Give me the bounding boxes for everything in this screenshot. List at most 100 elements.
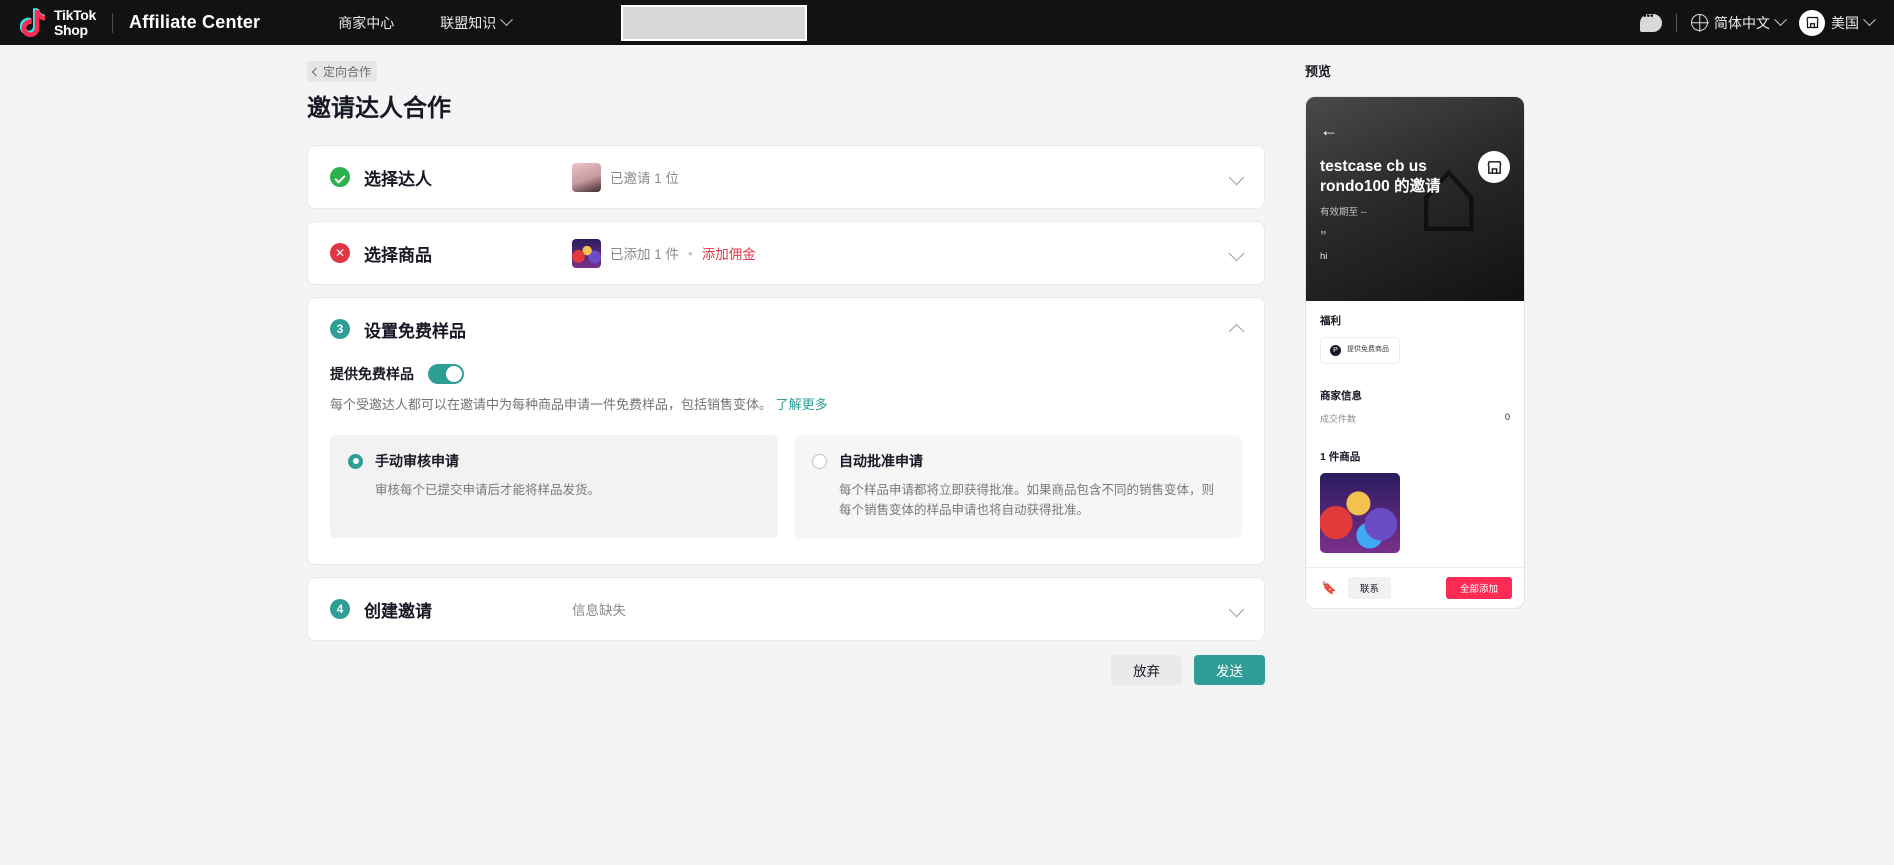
step-card-select-product: ✕ 选择商品 已添加 1 件 • 添加佣金 [307,221,1265,285]
nav-link-affiliate-knowledge[interactable]: 联盟知识 [440,13,511,33]
globe-icon [1691,14,1708,31]
chevron-up-icon[interactable] [1229,324,1245,340]
perks-section-title: 福利 [1320,313,1510,328]
option-manual-review[interactable]: 手动审核申请 审核每个已提交申请后才能将样品发货。 [330,435,778,538]
step-title-group: 选择达人 [330,165,572,190]
step-summary: 信息缺失 [572,599,626,619]
step-header[interactable]: 3 设置免费样品 [308,298,1264,360]
send-button[interactable]: 发送 [1194,655,1265,685]
free-sample-description: 每个受邀达人都可以在邀请中为每种商品申请一件免费样品，包括销售变体。 了解更多 [330,394,1242,413]
step-label: 设置免费样品 [364,317,466,342]
add-all-button[interactable]: 全部添加 [1446,577,1512,599]
chevron-down-icon[interactable] [1229,245,1245,261]
preview-bottom-bar: 🔖 联系 全部添加 [1306,567,1524,608]
perk-label: 提供免费商品 [1347,345,1389,355]
invitation-validity: 有效期至 -- [1320,204,1510,218]
step-title-group: 3 设置免费样品 [330,317,572,342]
breadcrumb[interactable]: 定向合作 [307,61,377,82]
check-circle-icon [330,167,350,187]
meta-separator: • [688,246,693,261]
option-auto-approve[interactable]: 自动批准申请 每个样品申请都将立即获得批准。如果商品包含不同的销售变体，则每个销… [794,435,1242,538]
chevron-left-icon [312,67,320,75]
nav-link-seller-center[interactable]: 商家中心 [338,13,394,33]
bookmark-icon[interactable]: 🔖 [1318,581,1340,595]
approval-mode-options: 手动审核申请 审核每个已提交申请后才能将样品发货。 自动批准申请 每个样品申请都… [330,435,1242,538]
chevron-down-icon[interactable] [1229,601,1245,617]
preview-phone-frame: ⌂ ← testcase cb us rondo100 的邀请 有效期至 -- … [1305,96,1525,609]
invitation-message: hi [1320,251,1510,262]
products-section-title: 1 件商品 [1320,449,1510,464]
option-header: 自动批准申请 [812,451,1224,471]
step-number-badge: 3 [330,319,350,339]
language-selector[interactable]: 简体中文 [1691,13,1785,33]
option-title: 自动批准申请 [839,451,923,471]
chevron-down-icon [1774,13,1787,26]
nav-link-label: 商家中心 [338,13,394,33]
preview-column: 预览 ⌂ ← testcase cb us rondo100 的邀请 有效期至 … [1305,61,1605,685]
nav-right-group: 简体中文 美国 [1640,10,1874,36]
chevron-down-icon[interactable] [1229,169,1245,185]
radio-button[interactable] [812,454,827,469]
preview-hero: ⌂ ← testcase cb us rondo100 的邀请 有效期至 -- … [1306,97,1524,301]
region-label: 美国 [1831,13,1859,33]
affiliate-center-title: Affiliate Center [129,12,260,33]
merchant-stat-row: 成交件数 0 [1320,412,1510,425]
invited-count-text: 已邀请 1 位 [610,167,679,187]
brand-line-1: TikTok [54,8,96,23]
nav-link-label: 联盟知识 [440,13,496,33]
back-arrow-icon[interactable]: ← [1320,121,1510,139]
step-title-group: ✕ 选择商品 [330,241,572,266]
quote-mark-icon: ” [1320,228,1510,243]
step-header[interactable]: 选择达人 已邀请 1 位 [308,146,1264,208]
free-sample-toggle-row: 提供免费样品 [330,364,1242,384]
language-label: 简体中文 [1714,13,1770,33]
error-circle-icon: ✕ [330,243,350,263]
add-commission-link[interactable]: 添加佣金 [702,243,756,263]
page-content: 定向合作 邀请达人合作 选择达人 已邀请 1 位 ✕ [0,45,1894,685]
breadcrumb-label: 定向合作 [323,63,371,80]
step-label: 选择达人 [364,165,432,190]
chevron-down-icon [500,13,513,26]
step-header[interactable]: ✕ 选择商品 已添加 1 件 • 添加佣金 [308,222,1264,284]
free-samples-body: 提供免费样品 每个受邀达人都可以在邀请中为每种商品申请一件免费样品，包括销售变体… [308,360,1264,564]
stat-label: 成交件数 [1320,412,1356,425]
preview-perks-section: 福利 P 提供免费商品 [1306,301,1524,364]
description-text: 每个受邀达人都可以在邀请中为每种商品申请一件免费样品，包括销售变体。 [330,397,772,412]
preview-merchant-section: 商家信息 成交件数 0 [1306,364,1524,425]
step-title-group: 4 创建邀请 [330,597,572,622]
option-title: 手动审核申请 [375,451,459,471]
stat-value: 0 [1505,412,1510,425]
step-label: 创建邀请 [364,597,432,622]
preview-product-thumbnail [1320,473,1400,553]
free-sample-toggle[interactable] [428,364,464,384]
step-card-free-samples: 3 设置免费样品 提供免费样品 每个受邀达人都可以在邀请中为每种商品申请一件免费… [307,297,1265,565]
toggle-knob [446,366,462,382]
merchant-section-title: 商家信息 [1320,388,1510,403]
region-selector[interactable]: 美国 [1799,10,1874,36]
step-summary: 已添加 1 件 • 添加佣金 [572,239,756,268]
tiktok-note-icon [20,8,46,38]
learn-more-link[interactable]: 了解更多 [776,397,828,412]
nav-separator [1676,14,1677,32]
contact-button[interactable]: 联系 [1348,577,1391,599]
perk-item: P 提供免费商品 [1320,337,1400,364]
brand-line-2: Shop [54,23,96,38]
step-number-badge: 4 [330,599,350,619]
radio-button-selected[interactable] [348,454,363,469]
gift-icon: P [1330,345,1341,356]
nav-divider [112,13,113,33]
free-sample-toggle-label: 提供免费样品 [330,364,414,384]
discard-button[interactable]: 放弃 [1111,655,1182,685]
form-footer: 放弃 发送 [307,655,1265,685]
nav-links: 商家中心 联盟知识 [338,13,511,33]
step-summary: 已邀请 1 位 [572,163,679,192]
tiktok-shop-logo[interactable]: TikTok Shop [20,8,96,38]
chat-icon[interactable] [1640,14,1662,32]
tiktok-wordmark: TikTok Shop [54,8,96,37]
option-description: 审核每个已提交申请后才能将样品发货。 [348,480,760,500]
page-title: 邀请达人合作 [307,88,1265,123]
step-header[interactable]: 4 创建邀请 信息缺失 [308,578,1264,640]
chevron-down-icon [1863,13,1876,26]
invitation-title: testcase cb us rondo100 的邀请 [1320,157,1445,198]
product-thumbnail [572,239,601,268]
